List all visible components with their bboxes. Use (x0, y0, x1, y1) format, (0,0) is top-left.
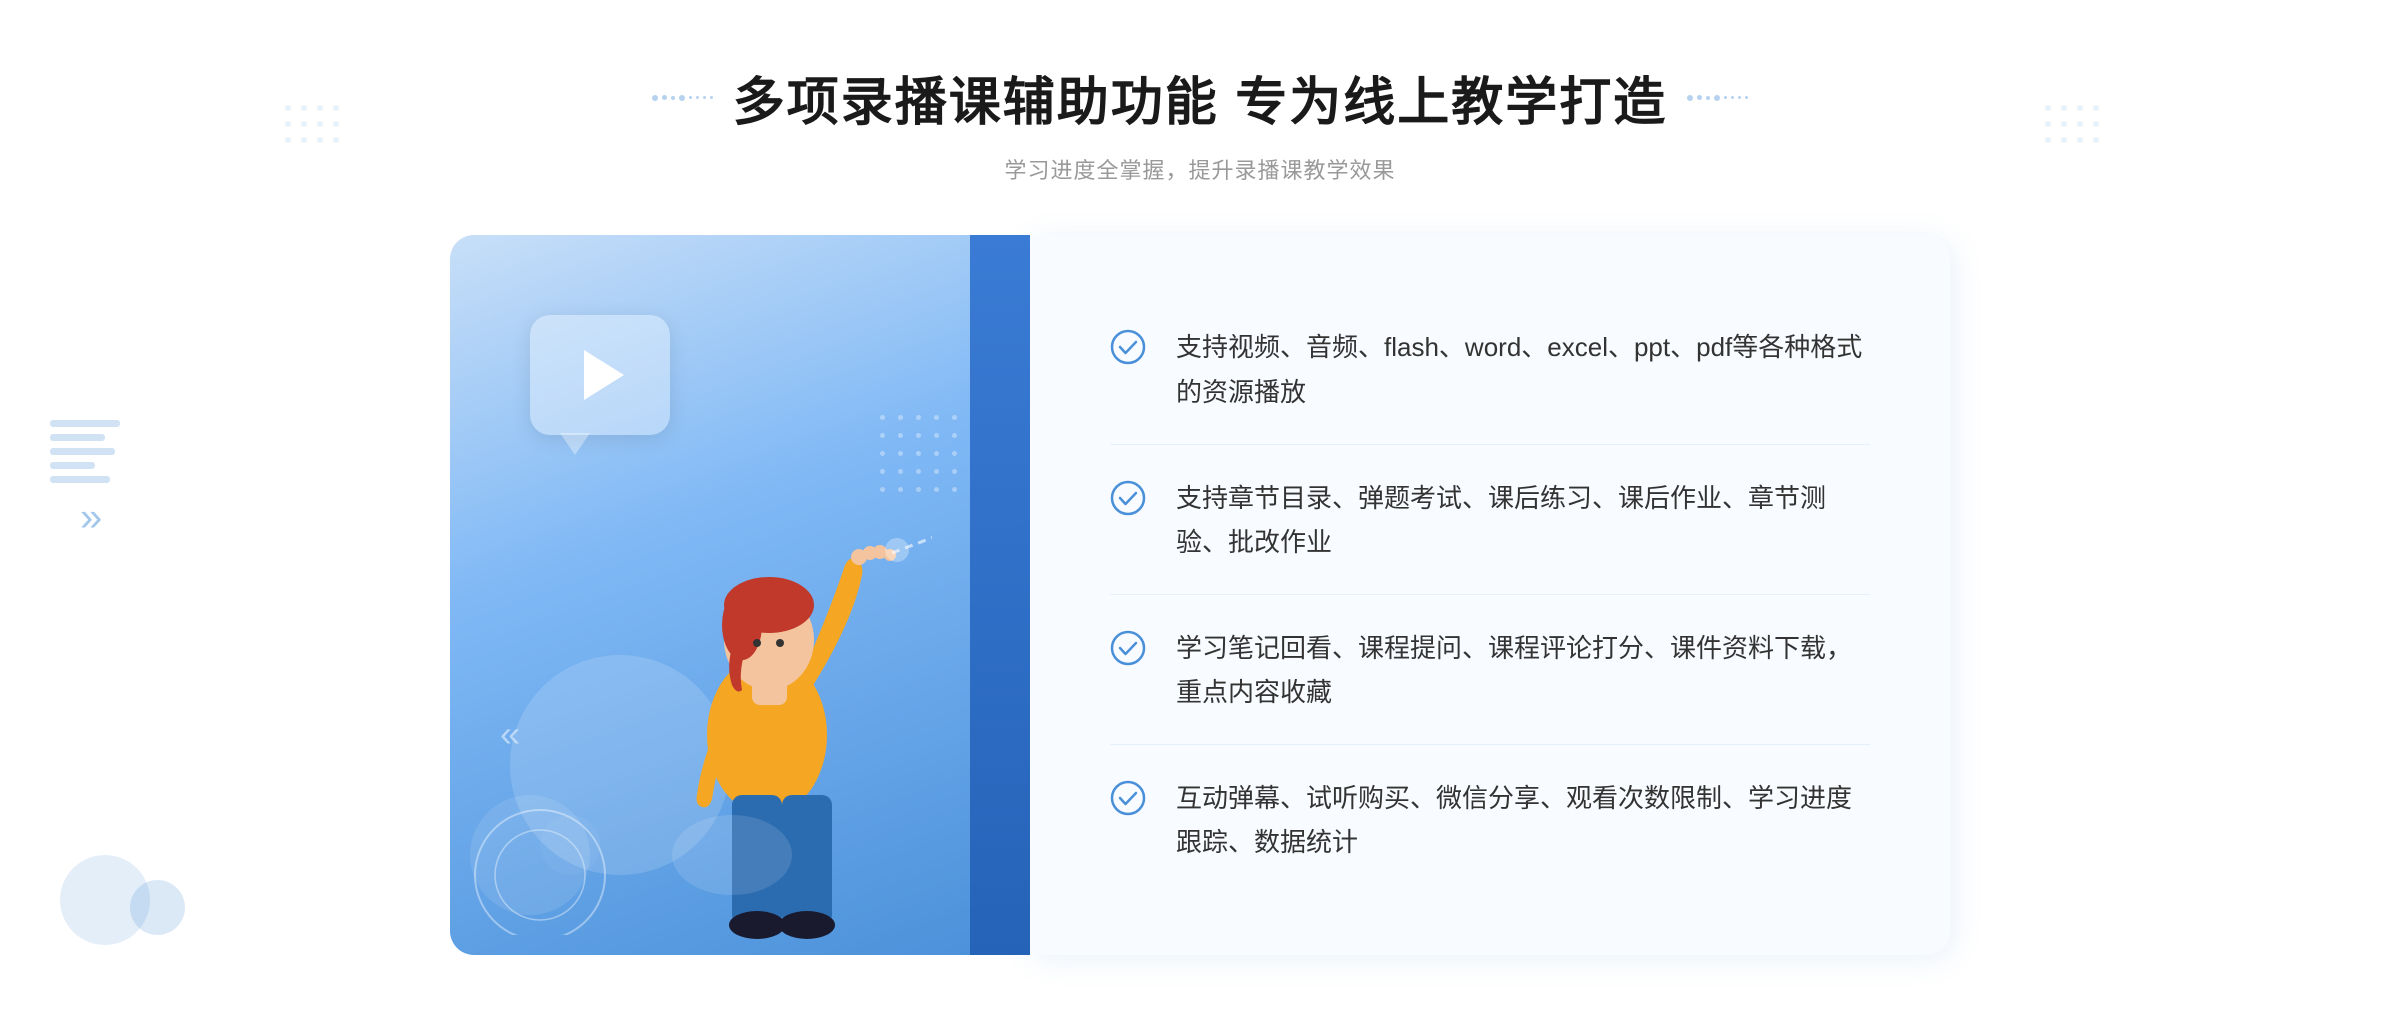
header-deco-left (652, 95, 713, 101)
blue-bar (970, 235, 1030, 955)
feature-item-4: 互动弹幕、试听购买、微信分享、观看次数限制、学习进度跟踪、数据统计 (1110, 746, 1870, 894)
check-icon-4 (1110, 780, 1146, 816)
dot-grid-right (2040, 100, 2120, 180)
play-icon (584, 350, 624, 400)
left-arrow-decoration: » (80, 495, 102, 540)
features-panel: 支持视频、音频、flash、word、excel、ppt、pdf等各种格式的资源… (1030, 235, 1950, 955)
feature-text-4: 互动弹幕、试听购买、微信分享、观看次数限制、学习进度跟踪、数据统计 (1176, 776, 1870, 864)
content-section: « (450, 235, 1950, 955)
check-icon-1 (1110, 329, 1146, 365)
chevron-left-decoration: « (500, 713, 520, 755)
feature-text-3: 学习笔记回看、课程提问、课程评论打分、课件资料下载，重点内容收藏 (1176, 626, 1870, 714)
header-section: 多项录播课辅助功能 专为线上教学打造 学习进度全掌握，提升录播课教学效果 (652, 60, 1748, 185)
lines-decoration (50, 420, 120, 483)
feature-text-2: 支持章节目录、弹题考试、课后练习、课后作业、章节测验、批改作业 (1176, 476, 1870, 564)
person-illustration (612, 395, 932, 955)
feature-item-1: 支持视频、音频、flash、word、excel、ppt、pdf等各种格式的资源… (1110, 295, 1870, 444)
dot-grid-left (280, 100, 360, 180)
main-title: 多项录播课辅助功能 专为线上教学打造 (733, 60, 1667, 135)
illustration-card: « (450, 235, 1030, 955)
subtitle: 学习进度全掌握，提升录播课教学效果 (652, 153, 1748, 185)
bottom-deco-circles (470, 795, 630, 935)
header-title-row: 多项录播课辅助功能 专为线上教学打造 (652, 60, 1748, 135)
header-deco-right (1687, 95, 1748, 101)
check-icon-2 (1110, 480, 1146, 516)
check-icon-3 (1110, 630, 1146, 666)
feature-text-1: 支持视频、音频、flash、word、excel、ppt、pdf等各种格式的资源… (1176, 325, 1870, 413)
page-wrapper: » 多项录播课辅助功能 专为线上教学打造 学习进度全掌握，提升录播课教学效果 (0, 0, 2400, 1035)
feature-item-2: 支持章节目录、弹题考试、课后练习、课后作业、章节测验、批改作业 (1110, 446, 1870, 595)
feature-item-3: 学习笔记回看、课程提问、课程评论打分、课件资料下载，重点内容收藏 (1110, 596, 1870, 745)
